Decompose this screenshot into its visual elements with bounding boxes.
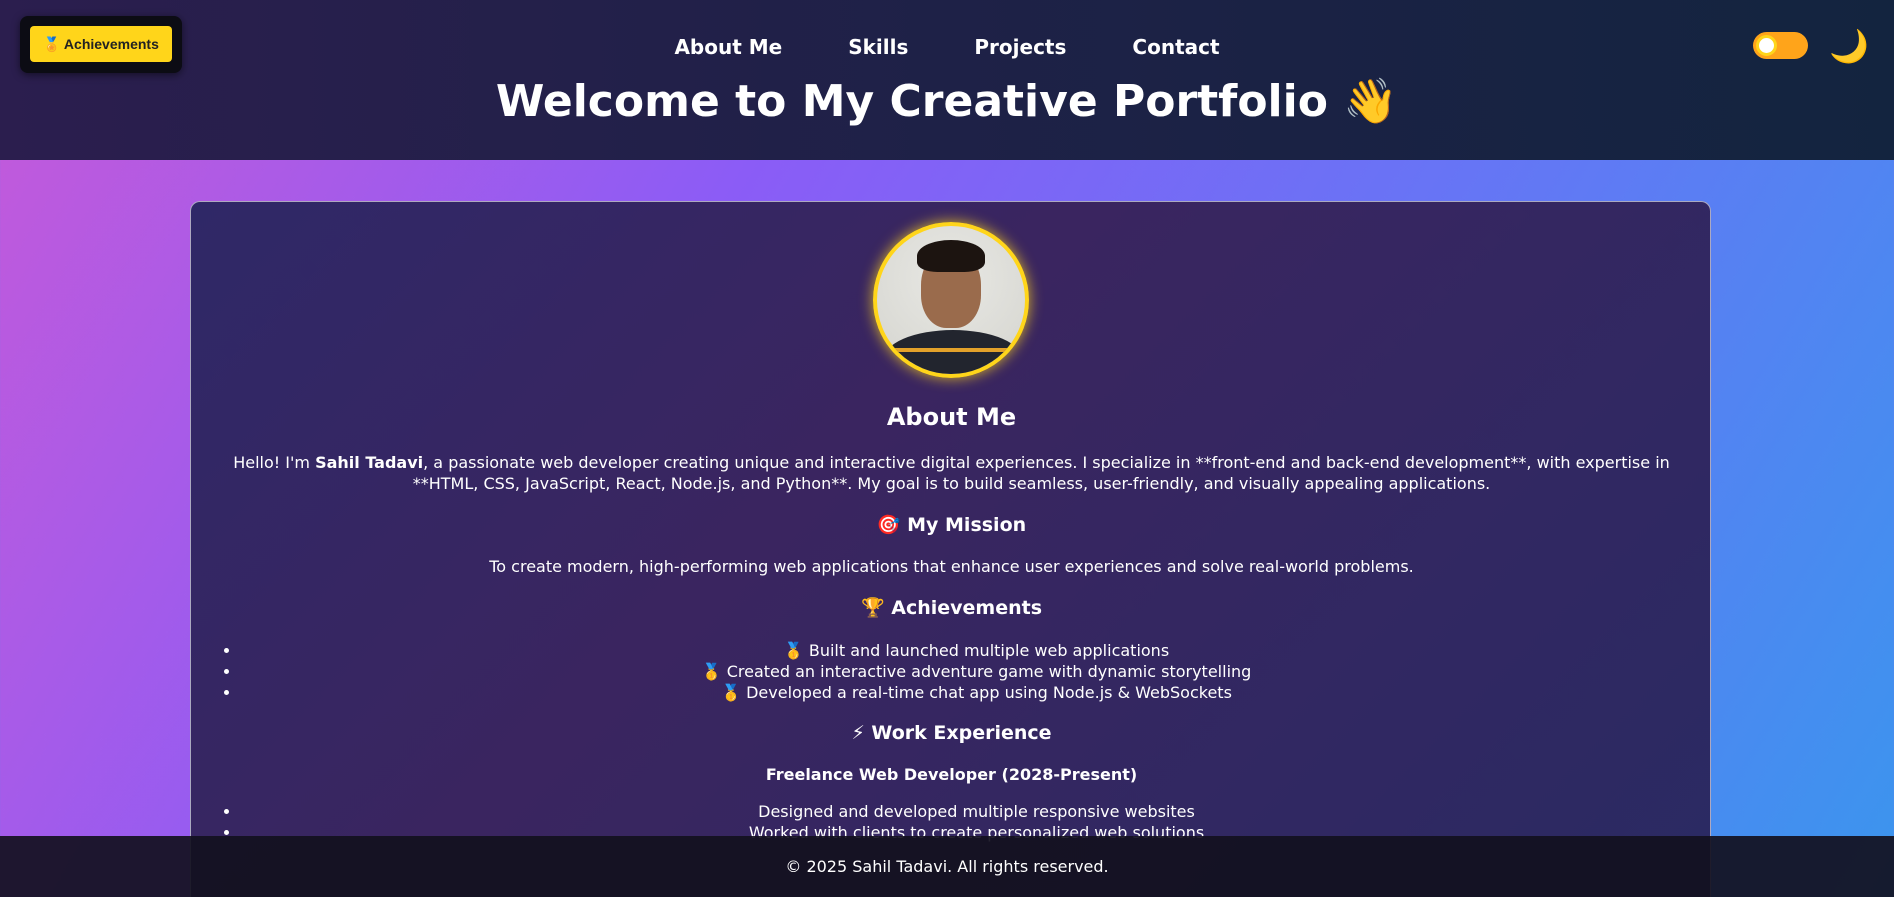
list-item: 🥇 Built and launched multiple web applic… xyxy=(241,640,1712,661)
site-footer: © 2025 Sahil Tadavi. All rights reserved… xyxy=(0,836,1894,897)
job-title: Freelance Web Developer (2028-Present) xyxy=(765,765,1138,784)
work-heading: ⚡ Work Experience xyxy=(851,722,1052,744)
mission-text: To create modern, high-performing web ap… xyxy=(489,557,1414,576)
about-card: About Me Hello! I'm Sahil Tadavi, a pass… xyxy=(190,201,1711,897)
photo-hair xyxy=(917,240,985,272)
nav-skills[interactable]: Skills xyxy=(848,32,908,62)
about-heading: About Me xyxy=(886,403,1017,431)
achievements-list: 🥇 Built and launched multiple web applic… xyxy=(191,640,1712,703)
about-greeting: Hello! I'm xyxy=(233,453,316,472)
main-nav: About Me Skills Projects Contact xyxy=(0,32,1894,62)
list-item: Designed and developed multiple responsi… xyxy=(241,801,1712,822)
list-item: 🥇 Created an interactive adventure game … xyxy=(241,661,1712,682)
mission-heading: 🎯 My Mission xyxy=(876,514,1027,536)
theme-toggle[interactable] xyxy=(1753,32,1808,59)
about-name: Sahil Tadavi xyxy=(315,453,424,472)
nav-projects[interactable]: Projects xyxy=(974,32,1066,62)
about-body: , a passionate web developer creating un… xyxy=(412,453,1670,493)
nav-about-me[interactable]: About Me xyxy=(674,32,782,62)
toggle-knob xyxy=(1756,35,1777,56)
list-item: 🥇 Developed a real-time chat app using N… xyxy=(241,682,1712,703)
achievements-heading: 🏆 Achievements xyxy=(860,597,1043,619)
photo-shirt xyxy=(883,330,1023,374)
about-text: Hello! I'm Sahil Tadavi, a passionate we… xyxy=(191,452,1712,494)
nav-contact[interactable]: Contact xyxy=(1132,32,1219,62)
photo-shirt-stripe xyxy=(887,348,1019,352)
moon-icon: 🌙 xyxy=(1829,27,1869,65)
site-header: 🏅 Achievements About Me Skills Projects … xyxy=(0,0,1894,160)
footer-text: © 2025 Sahil Tadavi. All rights reserved… xyxy=(785,857,1109,876)
profile-photo xyxy=(873,222,1029,378)
page-title: Welcome to My Creative Portfolio 👋 xyxy=(495,76,1399,127)
